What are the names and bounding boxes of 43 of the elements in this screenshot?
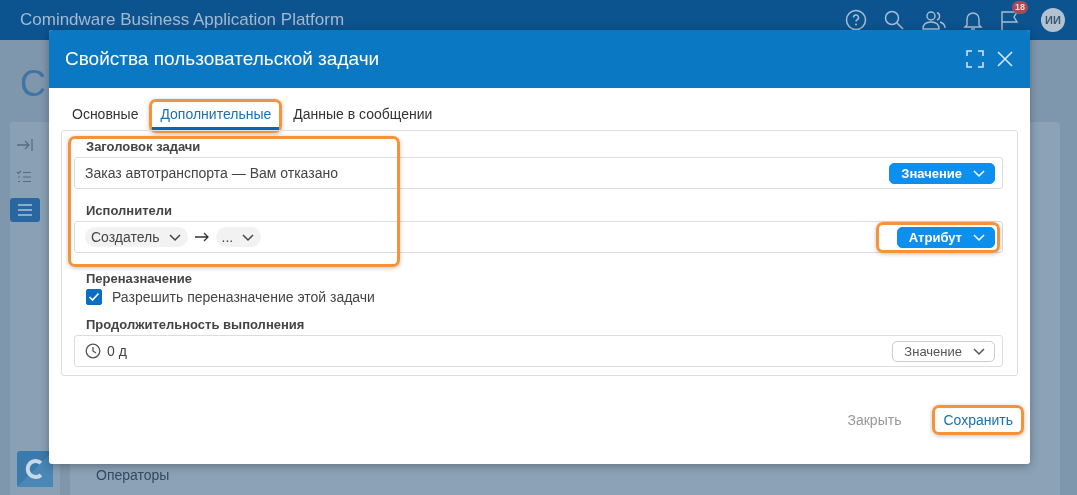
check-icon — [88, 292, 100, 302]
notification-badge: 18 — [1012, 1, 1028, 14]
chevron-down-icon — [972, 346, 986, 356]
chevron-down-icon — [972, 232, 986, 242]
field-label: Переназначение — [85, 271, 194, 286]
checkbox[interactable] — [86, 289, 102, 305]
expand-icon[interactable] — [966, 50, 984, 68]
flag-icon[interactable] — [999, 9, 1021, 31]
close-icon[interactable] — [996, 50, 1014, 68]
checkbox-label: Разрешить переназначение этой задачи — [112, 289, 375, 305]
bell-icon[interactable] — [963, 9, 983, 31]
search-icon[interactable] — [883, 9, 905, 31]
clock-icon — [85, 343, 101, 359]
page-title: C — [20, 62, 46, 106]
checklist-icon[interactable] — [16, 170, 32, 184]
chip-dropdown[interactable]: Создатель — [85, 227, 188, 247]
arrow-right-icon — [193, 232, 210, 242]
tab[interactable]: Дополнительные — [152, 102, 280, 130]
chevron-down-icon — [972, 168, 986, 178]
user-avatar[interactable]: ИИ — [1041, 8, 1065, 32]
menu-icon — [17, 204, 33, 216]
chevron-down-icon — [241, 232, 256, 242]
tab[interactable]: Данные в сообщении — [285, 102, 441, 130]
chevron-down-icon — [167, 232, 182, 242]
dialog-title: Свойства пользовательской задачи — [65, 48, 380, 70]
app-title: Comindware Business Application Platform — [20, 10, 345, 30]
chip-dropdown[interactable]: ... — [215, 227, 262, 247]
input-field[interactable]: 0 д Значение — [74, 335, 1003, 367]
list-view-button[interactable] — [10, 198, 40, 222]
field-label: Продолжительность выполнения — [85, 317, 306, 332]
save-button[interactable]: Сохранить — [935, 408, 1021, 432]
list-item[interactable]: Операторы — [96, 467, 170, 483]
tab[interactable]: Основные — [64, 102, 147, 130]
app-logo-icon[interactable] — [17, 451, 53, 487]
input-field[interactable]: Создатель ... Атрибут — [74, 221, 1003, 253]
field-label: Исполнители — [85, 203, 173, 218]
field-value: 0 д — [107, 343, 127, 359]
people-icon[interactable] — [921, 9, 947, 31]
mode-dropdown[interactable]: Значение — [892, 340, 995, 362]
help-icon[interactable] — [845, 9, 867, 31]
field-label: Заголовок задачи — [85, 139, 202, 154]
field-value: Заказ автотранспорта — Вам отказано — [85, 165, 338, 181]
input-field[interactable]: Заказ автотранспорта — Вам отказано Значение — [74, 157, 1003, 189]
